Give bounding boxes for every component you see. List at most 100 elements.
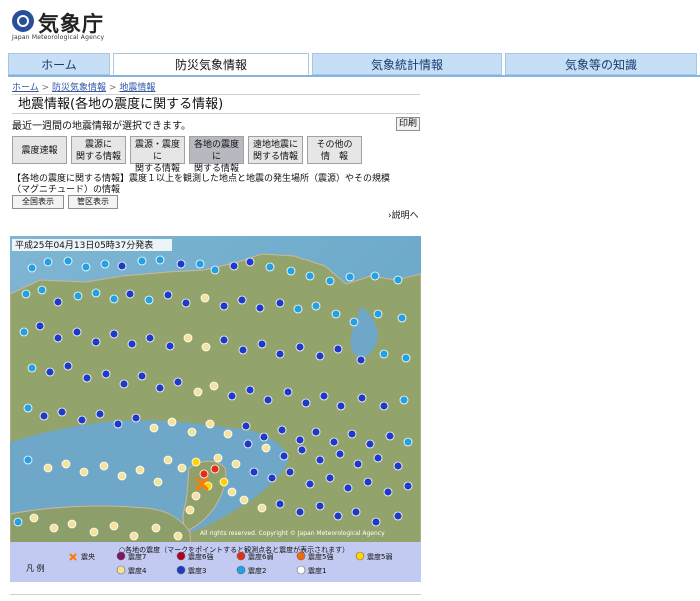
intensity-marker[interactable] [53, 333, 63, 343]
intensity-marker[interactable] [29, 513, 39, 523]
intensity-marker[interactable] [351, 507, 361, 517]
intensity-marker[interactable] [173, 531, 183, 541]
breadcrumb-disaster-link[interactable]: 防災気象情報 [52, 83, 106, 93]
intensity-marker[interactable] [167, 417, 177, 427]
intensity-marker[interactable] [67, 519, 77, 529]
intensity-marker[interactable] [43, 257, 53, 267]
intensity-marker[interactable] [325, 276, 335, 286]
intensity-marker[interactable] [249, 467, 259, 477]
intensity-marker[interactable] [27, 263, 37, 273]
intensity-marker[interactable] [176, 259, 186, 269]
intensity-marker[interactable] [219, 477, 229, 487]
national-view-button[interactable]: 全国表示 [12, 195, 64, 209]
intensity-marker[interactable] [356, 355, 366, 365]
intensity-marker[interactable] [265, 262, 275, 272]
intensity-marker[interactable] [117, 471, 127, 481]
intensity-marker[interactable] [89, 527, 99, 537]
tab-disaster-info[interactable]: 防災気象情報 [113, 53, 309, 75]
intensity-marker[interactable] [155, 383, 165, 393]
intensity-marker[interactable] [13, 517, 23, 527]
intensity-marker[interactable] [77, 415, 87, 425]
intensity-marker[interactable] [371, 517, 381, 527]
intensity-marker[interactable] [117, 261, 127, 271]
intensity-marker[interactable] [295, 342, 305, 352]
intensity-marker[interactable] [286, 266, 296, 276]
intensity-marker[interactable] [379, 349, 389, 359]
intensity-marker[interactable] [401, 353, 411, 363]
intensity-marker[interactable] [57, 407, 67, 417]
intensity-marker[interactable] [319, 391, 329, 401]
intensity-marker[interactable] [213, 453, 223, 463]
intensity-marker[interactable] [21, 289, 31, 299]
intensity-marker[interactable] [315, 351, 325, 361]
intensity-marker[interactable] [229, 261, 239, 271]
intensity-marker[interactable] [72, 327, 82, 337]
intensity-marker[interactable] [82, 373, 92, 383]
intensity-marker[interactable] [144, 295, 154, 305]
intensity-marker[interactable] [37, 285, 47, 295]
intensity-marker[interactable] [373, 453, 383, 463]
intensity-marker[interactable] [185, 505, 195, 515]
intensity-marker[interactable] [393, 511, 403, 521]
intensity-marker[interactable] [365, 439, 375, 449]
intensity-marker[interactable] [91, 337, 101, 347]
intensity-marker[interactable] [227, 487, 237, 497]
intensity-marker[interactable] [345, 272, 355, 282]
intensity-marker[interactable] [193, 387, 203, 397]
intensity-marker[interactable] [333, 511, 343, 521]
intensity-marker[interactable] [295, 435, 305, 445]
intensity-marker[interactable] [163, 290, 173, 300]
intensity-marker[interactable] [275, 349, 285, 359]
intensity-marker[interactable] [277, 425, 287, 435]
intensity-marker[interactable] [187, 427, 197, 437]
intensity-marker[interactable] [261, 443, 271, 453]
subtab-other-info[interactable]: その他の情 報 [307, 136, 362, 164]
intensity-marker[interactable] [315, 501, 325, 511]
subtab-hypocenter[interactable]: 震源に 関する情報 [71, 136, 126, 164]
intensity-marker[interactable] [385, 431, 395, 441]
intensity-marker[interactable] [245, 257, 255, 267]
intensity-marker[interactable] [403, 437, 413, 447]
explanation-link[interactable]: ›説明へ [388, 208, 419, 221]
intensity-marker[interactable] [239, 495, 249, 505]
tab-statistics[interactable]: 気象統計情報 [312, 53, 502, 75]
intensity-marker[interactable] [19, 327, 29, 337]
intensity-marker[interactable] [131, 413, 141, 423]
intensity-marker[interactable] [137, 371, 147, 381]
intensity-marker[interactable] [325, 473, 335, 483]
tab-home[interactable]: ホーム [8, 53, 110, 75]
intensity-marker[interactable] [370, 271, 380, 281]
intensity-marker[interactable] [119, 379, 129, 389]
intensity-marker[interactable] [39, 411, 49, 421]
intensity-marker[interactable] [151, 523, 161, 533]
intensity-marker[interactable] [45, 367, 55, 377]
intensity-marker[interactable] [393, 275, 403, 285]
intensity-marker[interactable] [333, 344, 343, 354]
intensity-marker[interactable] [283, 387, 293, 397]
intensity-marker[interactable] [91, 288, 101, 298]
intensity-marker[interactable] [403, 481, 413, 491]
intensity-marker[interactable] [145, 333, 155, 343]
intensity-marker[interactable] [43, 463, 53, 473]
intensity-marker[interactable] [285, 467, 295, 477]
intensity-marker[interactable] [349, 317, 359, 327]
intensity-marker[interactable] [200, 293, 210, 303]
intensity-marker[interactable] [255, 303, 265, 313]
intensity-marker[interactable] [199, 469, 209, 479]
intensity-marker[interactable] [399, 395, 409, 405]
intensity-marker[interactable] [53, 297, 63, 307]
intensity-marker[interactable] [61, 459, 71, 469]
intensity-marker[interactable] [335, 449, 345, 459]
intensity-marker[interactable] [393, 461, 403, 471]
intensity-marker[interactable] [219, 301, 229, 311]
intensity-marker[interactable] [113, 419, 123, 429]
intensity-marker[interactable] [81, 262, 91, 272]
intensity-marker[interactable] [79, 467, 89, 477]
subtab-hypocenter-intensity[interactable]: 震源・震度に 関する情報 [130, 136, 185, 174]
intensity-marker[interactable] [363, 477, 373, 487]
intensity-marker[interactable] [109, 521, 119, 531]
intensity-marker[interactable] [397, 313, 407, 323]
intensity-marker[interactable] [315, 455, 325, 465]
intensity-marker[interactable] [149, 423, 159, 433]
intensity-marker[interactable] [173, 377, 183, 387]
